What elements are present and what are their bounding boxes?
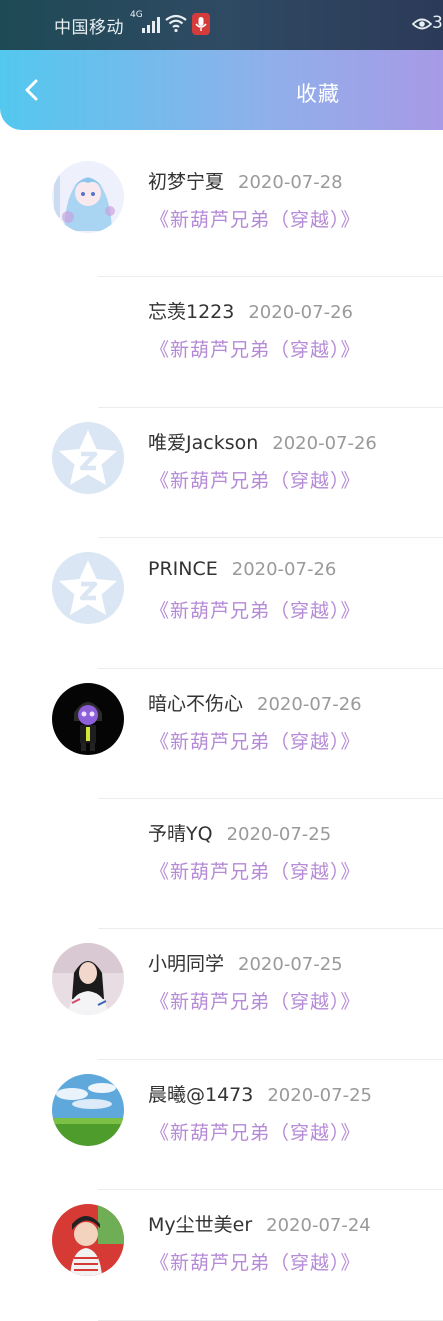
avatar[interactable]	[52, 552, 124, 625]
page-title: 收藏	[296, 82, 340, 106]
favorite-date: 2020-07-26	[231, 559, 337, 581]
work-title-link[interactable]: 《新葫芦兄弟（穿越）》	[150, 727, 361, 754]
favorite-date: 2020-07-28	[238, 172, 343, 193]
favorite-date: 2020-07-26	[248, 302, 353, 324]
network-type: 4G	[130, 10, 143, 20]
user-name: 小明同学 2020-07-25	[148, 949, 343, 976]
user-name: 晨曦@1473 2020-07-25	[148, 1080, 372, 1107]
user-name: My尘世美er 2020-07-24	[148, 1210, 371, 1237]
favorite-date: 2020-07-26	[272, 432, 377, 454]
favorite-date: 2020-07-25	[267, 1084, 372, 1106]
eye-icon	[412, 18, 432, 30]
user-name-text: 小明同学	[148, 953, 225, 976]
user-name-text: 初梦宁夏	[148, 171, 225, 193]
user-name-text: 暗心不伤心	[148, 692, 244, 715]
user-name-text: PRINCE	[148, 558, 218, 581]
mic-recording-icon	[192, 13, 210, 35]
work-title-link[interactable]: 《新葫芦兄弟（穿越）》	[150, 466, 361, 493]
user-name: 初梦宁夏 2020-07-28	[148, 167, 343, 194]
favorite-date: 2020-07-25	[226, 823, 332, 845]
user-name: 唯爱Jackson 2020-07-26	[148, 428, 377, 455]
favorites-list: 初梦宁夏 2020-07-28 《新葫芦兄弟（穿越）》 忘羡1223 2020-07-2…	[0, 147, 443, 1321]
row-divider	[98, 1319, 443, 1321]
work-title-link[interactable]: 《新葫芦兄弟（穿越）》	[150, 335, 361, 362]
avatar[interactable]	[52, 682, 124, 755]
header-bar: 收藏	[0, 50, 443, 130]
user-name: 暗心不伤心 2020-07-26	[148, 689, 362, 716]
wifi-icon	[165, 14, 187, 33]
list-item[interactable]: 小明同学 2020-07-25 《新葫芦兄弟（穿越）》	[0, 929, 443, 1060]
list-item[interactable]: 暗心不伤心 2020-07-26 《新葫芦兄弟（穿越）》	[0, 669, 443, 799]
avatar[interactable]	[52, 1073, 124, 1146]
avatar[interactable]	[52, 943, 124, 1016]
list-item[interactable]: 晨曦@1473 2020-07-25 《新葫芦兄弟（穿越）》	[0, 1060, 443, 1191]
work-title-link[interactable]: 《新葫芦兄弟（穿越）》	[150, 1248, 361, 1275]
carrier-label: 中国移动	[54, 18, 124, 38]
user-name-text: 唯爱Jackson	[148, 431, 259, 454]
favorite-date: 2020-07-26	[257, 693, 362, 715]
user-name-text: My尘世美er	[148, 1214, 253, 1237]
avatar[interactable]	[52, 421, 124, 494]
work-title-link[interactable]: 《新葫芦兄弟（穿越）》	[150, 205, 361, 232]
list-item[interactable]: My尘世美er 2020-07-24 《新葫芦兄弟（穿越）》	[0, 1190, 443, 1321]
list-item[interactable]: 予晴YQ 2020-07-25 《新葫芦兄弟（穿越）》	[0, 799, 443, 930]
avatar[interactable]	[52, 161, 124, 233]
favorite-date: 2020-07-24	[266, 1215, 371, 1237]
avatar[interactable]	[52, 1204, 124, 1277]
work-title-link[interactable]: 《新葫芦兄弟（穿越）》	[150, 857, 361, 884]
list-item[interactable]: 唯爱Jackson 2020-07-26 《新葫芦兄弟（穿越）》	[0, 408, 443, 539]
list-item[interactable]: 忘羡1223 2020-07-26 《新葫芦兄弟（穿越）》	[0, 277, 443, 408]
signal-icon	[142, 17, 160, 33]
user-name-text: 忘羡1223	[148, 301, 235, 324]
user-name: 予晴YQ 2020-07-25	[148, 819, 331, 846]
status-bar: 中国移动 4G 3	[0, 0, 443, 50]
user-name-text: 晨曦@1473	[148, 1083, 254, 1106]
user-name-text: 予晴YQ	[148, 822, 213, 845]
work-title-link[interactable]: 《新葫芦兄弟（穿越）》	[150, 596, 361, 623]
work-title-link[interactable]: 《新葫芦兄弟（穿越）》	[150, 987, 361, 1014]
list-item[interactable]: 初梦宁夏 2020-07-28 《新葫芦兄弟（穿越）》	[0, 147, 443, 278]
list-item[interactable]: PRINCE 2020-07-26 《新葫芦兄弟（穿越）》	[0, 538, 443, 669]
favorite-date: 2020-07-25	[238, 954, 343, 976]
user-name: 忘羡1223 2020-07-26	[148, 297, 353, 324]
user-name: PRINCE 2020-07-26	[148, 558, 336, 580]
work-title-link[interactable]: 《新葫芦兄弟（穿越）》	[150, 1118, 361, 1145]
status-number: 3	[432, 13, 443, 33]
